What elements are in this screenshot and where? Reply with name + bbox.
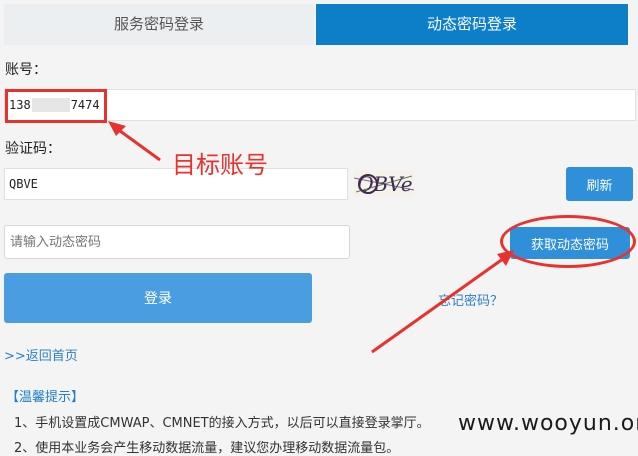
account-highlight-box [5, 89, 107, 123]
watermark: www.wooyun.org [458, 411, 638, 436]
get-password-highlight-ellipse [500, 215, 636, 268]
captcha-label: 验证码： [5, 141, 61, 157]
tab-service-password-login[interactable]: 服务密码登录 [4, 4, 314, 45]
tips-title: 【温馨提示】 [6, 390, 85, 405]
tab-dynamic-password-login[interactable]: 动态密码登录 [316, 4, 628, 45]
captcha-image-text: QBVe [357, 172, 413, 196]
login-page: { "tabs": { "service_password_label": "服… [0, 0, 638, 456]
dynamic-password-input[interactable] [4, 225, 350, 259]
captcha-value: QBVE [9, 177, 38, 191]
arrow-to-account [115, 126, 161, 162]
dynamic-password-input-wrapper [4, 225, 350, 259]
account-label: 账号： [5, 62, 47, 78]
refresh-captcha-button[interactable]: 刷新 [566, 167, 633, 201]
login-button[interactable]: 登录 [4, 273, 312, 323]
captcha-image[interactable]: QBVe [354, 170, 414, 197]
arrow-head-account [108, 121, 126, 136]
forgot-password-link[interactable]: 忘记密码？ [438, 290, 503, 309]
tip-item-2: 2、使用本业务会产生移动数据流量，建议您办理移动数据流量包。 [14, 441, 400, 456]
back-home-link[interactable]: >>返回首页 [4, 345, 78, 364]
tip-item-1: 1、手机设置成CMWAP、CMNET的接入方式，以后可以直接登录掌厅。 [14, 416, 430, 431]
annotation-target-account: 目标账号 [172, 151, 268, 179]
